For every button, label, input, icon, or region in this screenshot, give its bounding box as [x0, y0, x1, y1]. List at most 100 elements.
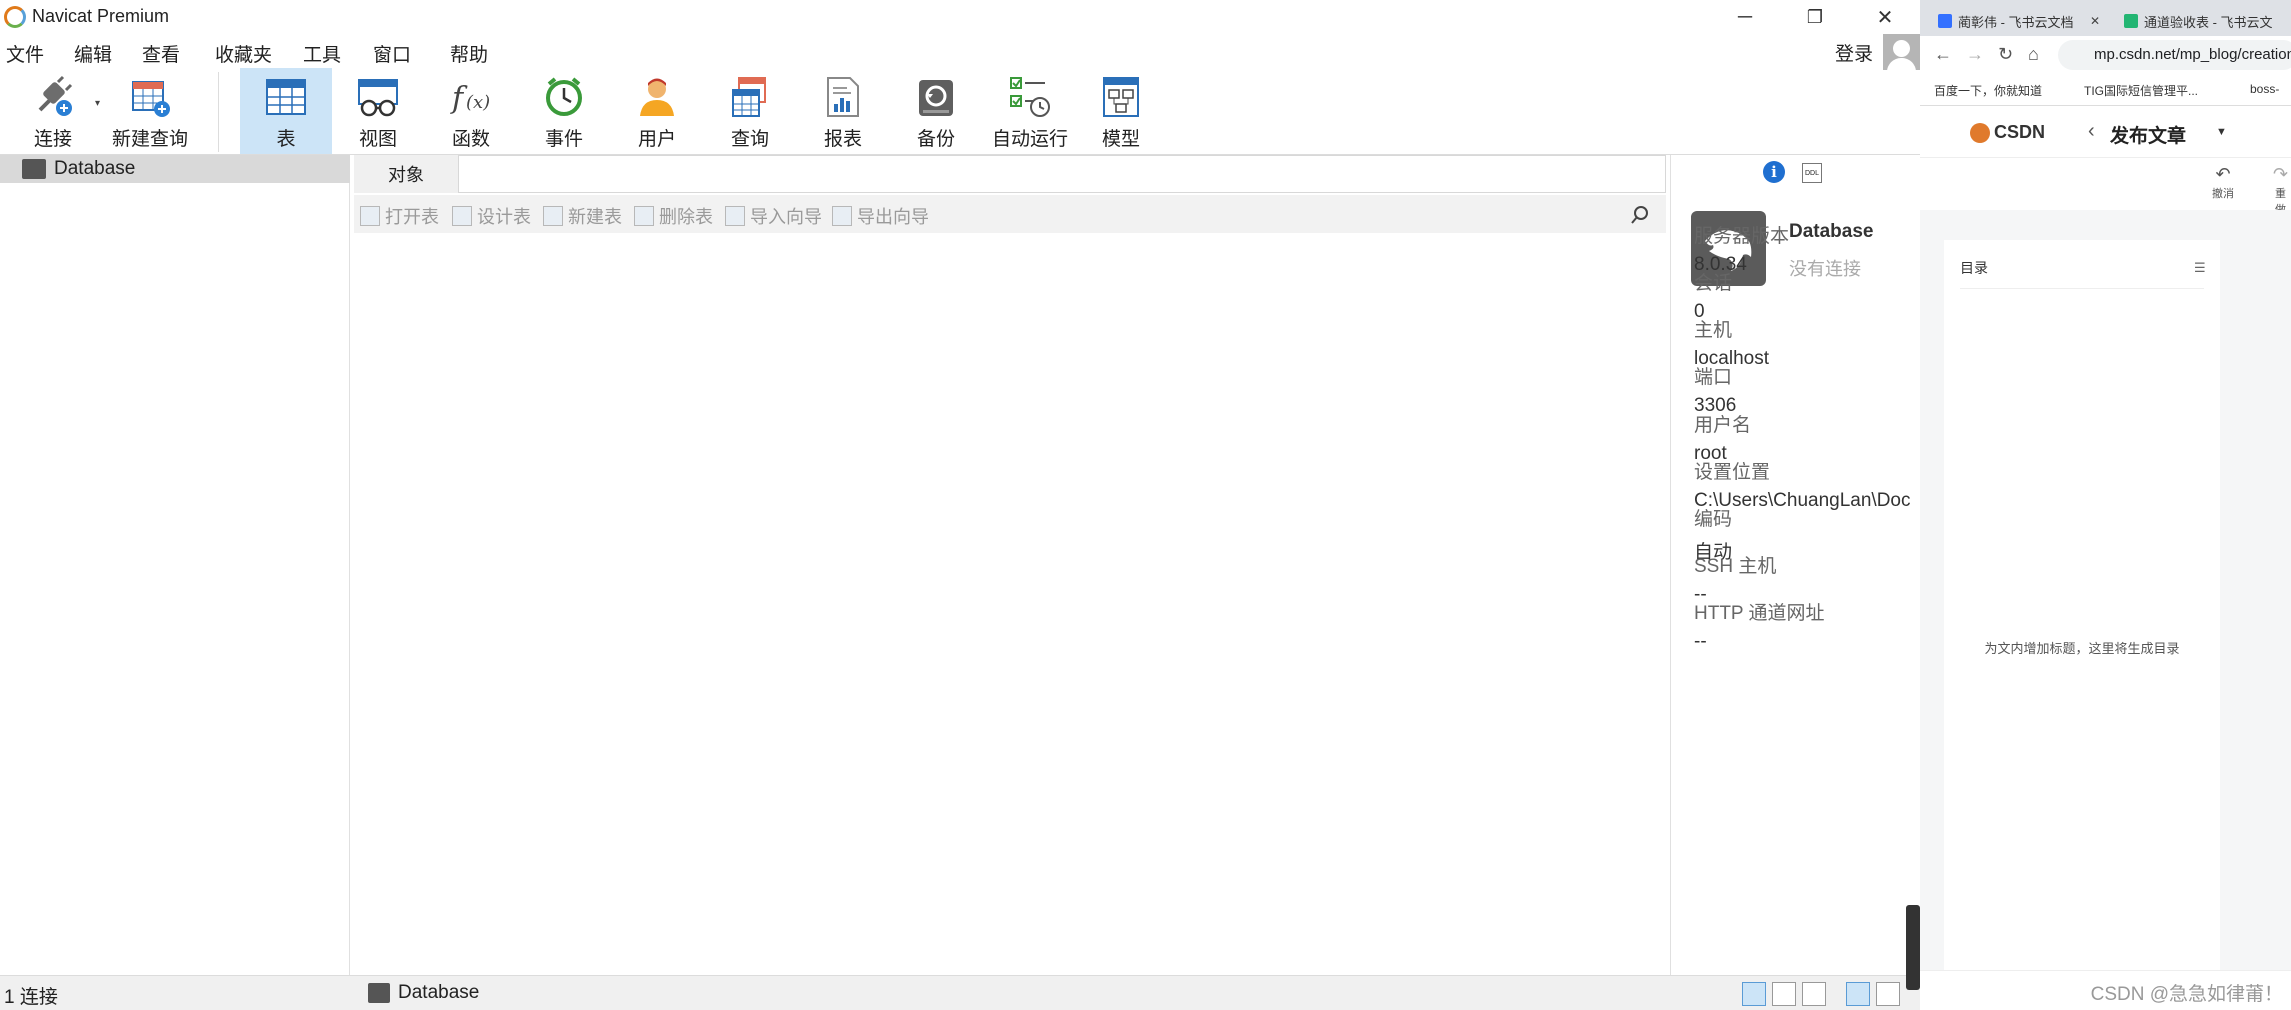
undo-button[interactable]: ↶ 撤消	[2212, 164, 2234, 201]
toc-menu-icon[interactable]: ☰	[2194, 260, 2206, 276]
backup-button[interactable]: 备份	[903, 68, 969, 154]
info-field-label: 编码	[1694, 509, 1733, 530]
new-query-label: 新建查询	[111, 129, 188, 150]
connect-button[interactable]: 连接	[20, 68, 86, 154]
feishu-doc-icon	[1938, 14, 1952, 28]
delete-table-icon	[634, 206, 654, 226]
model-button[interactable]: 模型	[1088, 68, 1154, 154]
function-button[interactable]: f (x) 函数	[438, 68, 504, 154]
query-button[interactable]: 查询	[717, 68, 783, 154]
navicat-logo-icon	[4, 6, 26, 28]
bookmarks-bar: 百度一下，你就知道 TIG国际短信管理平... boss-	[1920, 74, 2291, 106]
home-icon[interactable]: ⌂	[2028, 44, 2039, 65]
maximize-button[interactable]: ❐	[1782, 0, 1848, 34]
list-view-button[interactable]	[1772, 982, 1796, 1006]
csdn-logo-text: CSDN	[1994, 122, 2046, 142]
new-query-button[interactable]: 新建查询	[110, 68, 190, 154]
close-button[interactable]: ✕	[1852, 0, 1918, 34]
svg-text:(x): (x)	[466, 92, 490, 113]
automation-checklist-icon	[1007, 74, 1053, 120]
view-button[interactable]: 视图	[345, 68, 411, 154]
object-list-area[interactable]	[354, 235, 1666, 975]
browser-tab-feishu-sheet[interactable]: 通道验收表 - 飞书云文	[2124, 6, 2284, 36]
navigation-tree: Database	[0, 155, 350, 975]
menu-view[interactable]: 查看	[142, 40, 180, 67]
new-table-icon	[543, 206, 563, 226]
level-meter-icon	[1906, 905, 1920, 990]
new-table-button[interactable]: 新建表	[543, 203, 622, 229]
title-bar: Navicat Premium ─ ❐ ✕	[0, 0, 1920, 36]
connect-dropdown-icon[interactable]: ▾	[95, 98, 100, 109]
table-button[interactable]: 表	[240, 68, 332, 154]
back-arrow-icon[interactable]: ←	[1934, 44, 1952, 65]
menu-help[interactable]: 帮助	[450, 40, 488, 67]
delete-table-label: 删除表	[659, 207, 713, 227]
open-table-icon	[360, 206, 380, 226]
info-field-label: SSH 主机	[1694, 556, 1777, 577]
menu-tools[interactable]: 工具	[303, 40, 341, 67]
view-glasses-icon	[355, 74, 401, 120]
detail-view-button[interactable]	[1802, 982, 1826, 1006]
info-field-label: 服务器版本	[1694, 226, 1790, 247]
tree-item-label: Database	[54, 158, 136, 179]
undo-label: 撤消	[2212, 188, 2234, 200]
delete-table-button[interactable]: 删除表	[634, 203, 713, 229]
search-icon[interactable]	[1630, 205, 1650, 225]
minimize-button[interactable]: ─	[1712, 0, 1778, 34]
user-avatar-icon[interactable]	[1883, 34, 1920, 70]
event-button[interactable]: 事件	[531, 68, 597, 154]
chevron-down-icon[interactable]: ▼	[2216, 126, 2227, 138]
browser-tab-label: 通道验收表 - 飞书云文	[2144, 14, 2273, 30]
open-table-button[interactable]: 打开表	[360, 203, 439, 229]
menu-file[interactable]: 文件	[6, 40, 44, 67]
toc-title: 目录	[1960, 260, 1988, 276]
current-database: Database	[368, 982, 479, 1004]
import-wizard-icon	[725, 206, 745, 226]
open-table-label: 打开表	[385, 207, 439, 227]
tab-objects[interactable]: 对象	[354, 155, 458, 193]
browser-tab-label: 蔺彰伟 - 飞书云文档	[1958, 14, 2074, 30]
table-label: 表	[276, 129, 296, 150]
table-icon	[263, 74, 309, 120]
design-table-icon	[452, 206, 472, 226]
export-wizard-button[interactable]: 导出向导	[832, 203, 929, 229]
report-label: 报表	[823, 129, 862, 150]
menu-window[interactable]: 窗口	[373, 40, 411, 67]
ddl-icon[interactable]: DDL	[1802, 163, 1822, 183]
user-button[interactable]: 用户	[624, 68, 690, 154]
report-button[interactable]: 报表	[810, 68, 876, 154]
info-field-http-tunnel: HTTP 通道网址 --	[1694, 598, 1910, 653]
import-wizard-button[interactable]: 导入向导	[725, 203, 822, 229]
back-chevron-icon[interactable]: ‹	[2088, 120, 2095, 143]
csdn-logo[interactable]: CSDN	[1970, 122, 2046, 144]
export-wizard-icon	[832, 206, 852, 226]
bookmark-boss[interactable]: boss-	[2250, 82, 2279, 96]
automation-button[interactable]: 自动运行	[990, 68, 1070, 154]
alarm-clock-icon	[541, 74, 587, 120]
tree-item-database[interactable]: Database	[0, 155, 350, 183]
forward-arrow-icon[interactable]: →	[1966, 44, 1984, 65]
address-bar[interactable]: mp.csdn.net/mp_blog/creation	[2058, 40, 2291, 70]
grid-view-button[interactable]	[1742, 982, 1766, 1006]
undo-icon: ↶	[2215, 164, 2231, 184]
browser-nav-bar: ← → ↻ ⌂ mp.csdn.net/mp_blog/creation	[1920, 36, 2291, 74]
bookmark-tig[interactable]: TIG国际短信管理平...	[2084, 82, 2198, 99]
window-title: Navicat Premium	[32, 6, 170, 26]
main-toolbar: 连接 ▾ 新建查询 表 视图 f (x) 函数 事件 用户 查询 报表 备份 自…	[0, 68, 1920, 155]
bookmark-baidu[interactable]: 百度一下，你就知道	[1934, 82, 2042, 99]
toggle-side-pane-button[interactable]	[1876, 982, 1900, 1006]
reload-icon[interactable]: ↻	[1998, 44, 2013, 65]
editor-toolbar: ↶撤消 ↷重做	[1920, 158, 2291, 216]
mysql-connection-icon	[22, 159, 46, 179]
login-link[interactable]: 登录	[1835, 39, 1873, 66]
menu-edit[interactable]: 编辑	[74, 40, 112, 67]
close-tab-icon[interactable]: ✕	[2090, 14, 2100, 28]
toc-empty-message: 为文内增加标题，这里将生成目录	[1984, 641, 2180, 656]
design-table-button[interactable]: 设计表	[452, 203, 531, 229]
automation-label: 自动运行	[991, 129, 1068, 150]
browser-window: 蔺彰伟 - 飞书云文档 ✕ 通道验收表 - 飞书云文 ← → ↻ ⌂ mp.cs…	[1920, 0, 2291, 1010]
info-icon[interactable]: i	[1763, 161, 1785, 183]
menu-favorites[interactable]: 收藏夹	[215, 40, 272, 67]
connection-count: 1 连接	[4, 987, 58, 1008]
toggle-info-pane-button[interactable]	[1846, 982, 1870, 1006]
